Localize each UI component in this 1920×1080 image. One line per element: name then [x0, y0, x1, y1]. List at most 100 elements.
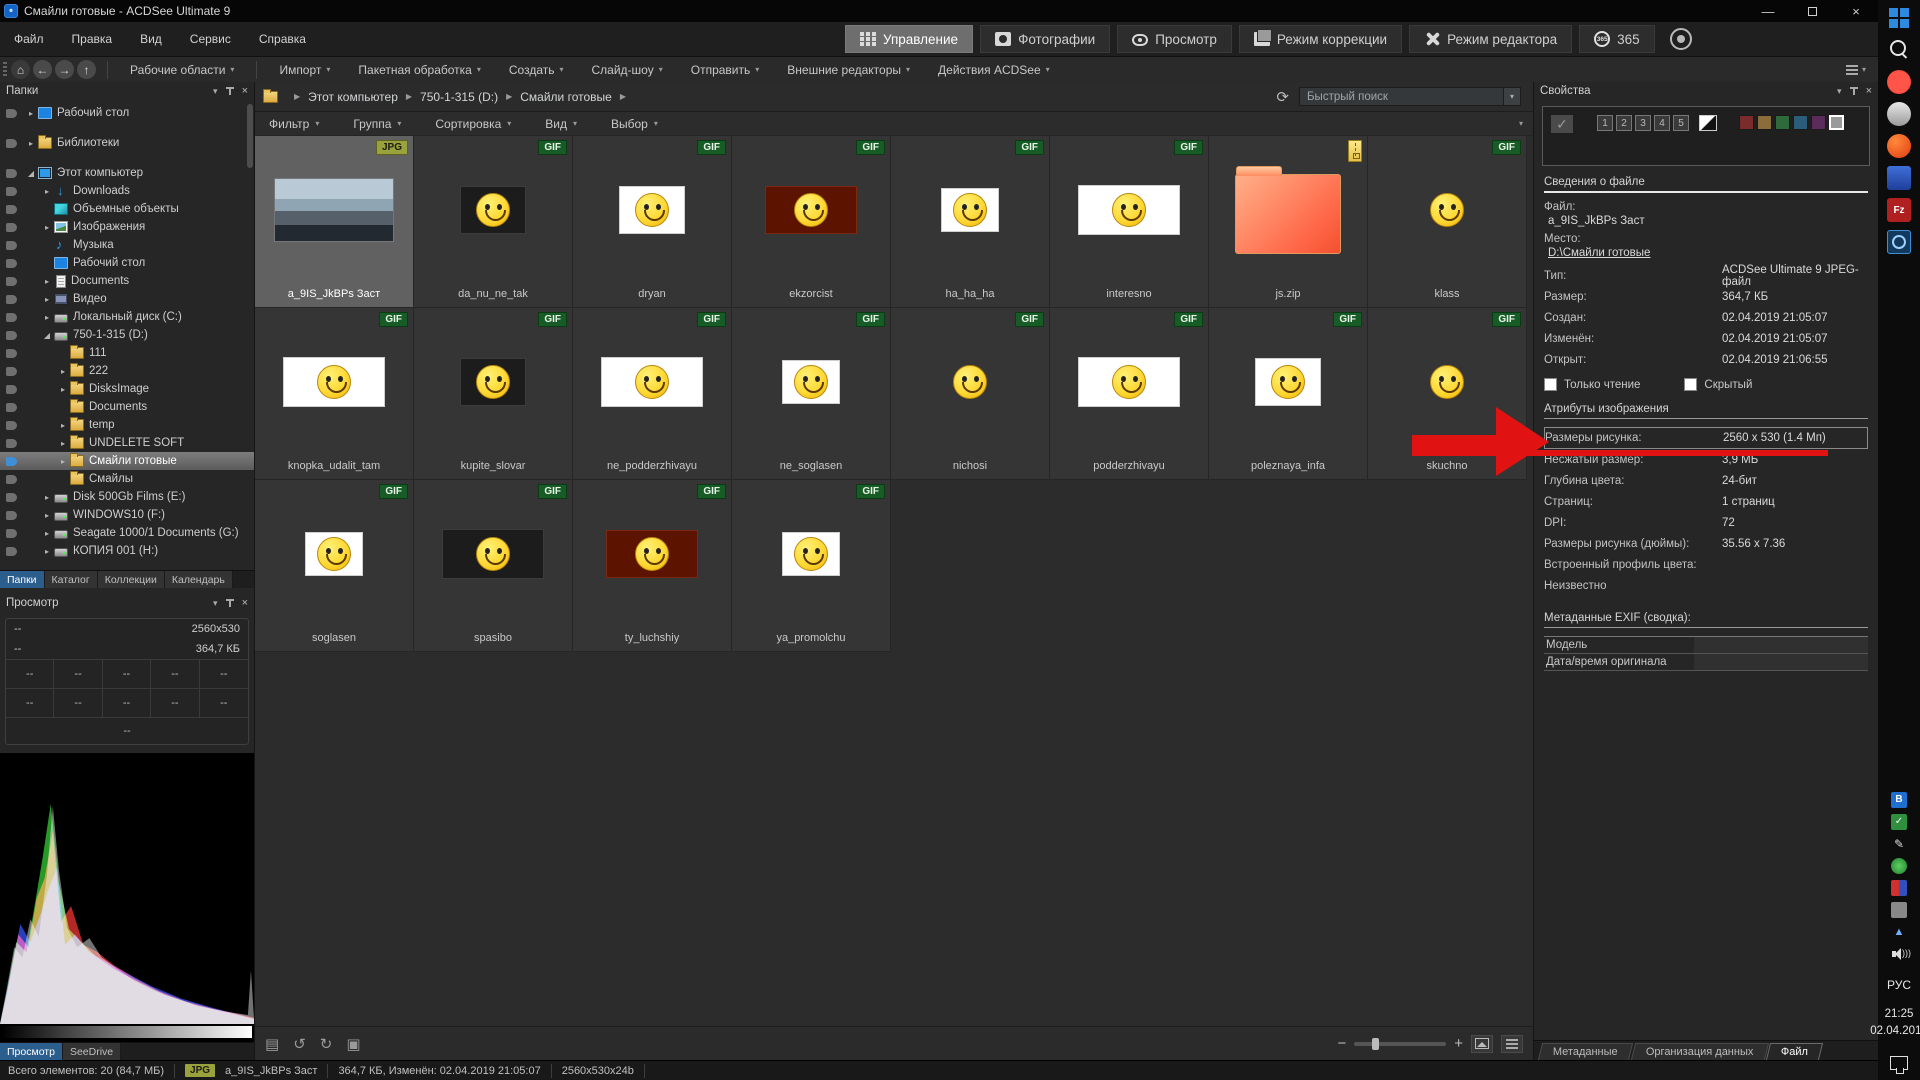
search-input[interactable]: Быстрый поиск [1299, 87, 1504, 106]
expand-arrow-icon[interactable]: ▸ [57, 421, 69, 430]
rating-1[interactable]: 1 [1597, 115, 1613, 131]
tree-item[interactable]: ▸Downloads [0, 182, 254, 200]
tree-item[interactable]: ▸Локальный диск (C:) [0, 308, 254, 326]
file-item[interactable]: GIFne_soglasen [732, 308, 891, 480]
expand-arrow-icon[interactable]: ▸ [41, 529, 53, 538]
expand-arrow-icon[interactable]: ▸ [57, 367, 69, 376]
color-label-swatch[interactable] [1739, 115, 1754, 130]
rating-4[interactable]: 4 [1654, 115, 1670, 131]
file-item[interactable]: JPGa_9IS_JkBPs Заст [255, 136, 414, 308]
quick-tag-icon[interactable] [6, 109, 17, 118]
file-item[interactable]: GIFspasibo [414, 480, 573, 652]
zoom-out-button[interactable]: − [1337, 1035, 1346, 1052]
file-item[interactable]: GIFha_ha_ha [891, 136, 1050, 308]
tree-item[interactable]: ▸Видео [0, 290, 254, 308]
taskbar-app-gray[interactable] [1887, 102, 1911, 126]
quick-tag-icon[interactable] [6, 169, 17, 178]
quick-tag-icon[interactable] [6, 187, 17, 196]
bluetooth-icon[interactable]: B [1891, 792, 1907, 808]
zoom-in-button[interactable]: + [1454, 1035, 1463, 1052]
tree-item[interactable]: ▸Documents [0, 272, 254, 290]
color-label-swatch[interactable] [1811, 115, 1826, 130]
pin-icon[interactable] [1850, 87, 1858, 96]
mode-tab-manage[interactable]: Управление [845, 25, 973, 53]
quick-tag-icon[interactable] [6, 205, 17, 214]
tree-item[interactable]: Рабочий стол [0, 254, 254, 272]
mode-tab-view[interactable]: Просмотр [1117, 25, 1232, 53]
quick-tag-icon[interactable] [6, 277, 17, 286]
filter-dropdown[interactable]: Выбор▾ [611, 117, 658, 131]
filter-dropdown[interactable]: Сортировка▾ [435, 117, 511, 131]
tree-item[interactable]: ▸DisksImage [0, 380, 254, 398]
file-location-link[interactable]: D:\Смайли готовые [1548, 247, 1868, 259]
rating-3[interactable]: 3 [1635, 115, 1651, 131]
tab-Каталог[interactable]: Каталог [45, 571, 98, 588]
volume-icon[interactable]: ))) [1891, 946, 1907, 962]
rotate-right-icon[interactable]: ↻ [320, 1035, 333, 1053]
tree-item[interactable]: ▸КОПИЯ 001 (H:) [0, 542, 254, 560]
tree-item[interactable]: Documents [0, 398, 254, 416]
language-indicator[interactable]: РУС [1887, 978, 1911, 992]
taskbar-app-red[interactable] [1887, 70, 1911, 94]
quick-tag-icon[interactable] [6, 403, 17, 412]
mode-tab-365[interactable]: 365365 [1579, 25, 1655, 53]
green-status-icon[interactable] [1891, 858, 1907, 874]
quick-tag-icon[interactable] [6, 493, 17, 502]
image-view-button[interactable] [1471, 1035, 1493, 1053]
tree-item[interactable]: ▸Seagate 1000/1 Documents (G:) [0, 524, 254, 542]
maximize-button[interactable] [1790, 0, 1834, 22]
copy-icon[interactable]: ▣ [346, 1035, 360, 1053]
mode-tab-photos[interactable]: Фотографии [980, 25, 1110, 53]
chevron-down-icon[interactable]: ▾ [1837, 86, 1842, 97]
checkbox-icon[interactable] [1684, 378, 1697, 391]
tree-item[interactable]: ▸UNDELETE SOFT [0, 434, 254, 452]
checkbox-icon[interactable] [1544, 378, 1557, 391]
keyboard-icon[interactable] [1891, 902, 1907, 918]
tab-Организация данных[interactable]: Организация данных [1631, 1043, 1769, 1060]
show-hidden-icons[interactable]: ▲ [1891, 924, 1907, 940]
taskbar-app-acdsee[interactable] [1887, 230, 1911, 254]
expand-arrow-icon[interactable]: ▸ [41, 493, 53, 502]
pin-icon[interactable] [226, 599, 234, 608]
filter-dropdown[interactable]: Фильтр▾ [269, 117, 319, 131]
breadcrumb-item[interactable]: Смайли готовые [520, 90, 612, 104]
color-label-swatch[interactable] [1775, 115, 1790, 130]
menu-item[interactable]: Сервис [188, 30, 233, 48]
tree-item[interactable]: ▸Рабочий стол [0, 104, 254, 122]
tree-item[interactable]: ◢Этот компьютер [0, 164, 254, 182]
file-item[interactable]: GIFekzorcist [732, 136, 891, 308]
menu-item[interactable]: Файл [12, 30, 46, 48]
start-button[interactable] [1887, 6, 1911, 30]
mode-tab-edit[interactable]: Режим редактора [1409, 25, 1572, 53]
file-item[interactable]: GIFdryan [573, 136, 732, 308]
rating-5[interactable]: 5 [1673, 115, 1689, 131]
expand-arrow-icon[interactable]: ▸ [41, 295, 53, 304]
expand-arrow-icon[interactable]: ▸ [57, 457, 69, 466]
file-item[interactable]: GIFinteresno [1050, 136, 1209, 308]
quick-tag-icon[interactable] [6, 475, 17, 484]
quick-tag-icon[interactable] [6, 367, 17, 376]
color-label-swatch[interactable] [1829, 115, 1844, 130]
quick-tag-icon[interactable] [6, 259, 17, 268]
file-item[interactable]: GIFnichosi [891, 308, 1050, 480]
tree-item[interactable]: ▸Смайли готовые [0, 452, 254, 470]
tab-Коллекции[interactable]: Коллекции [98, 571, 165, 588]
file-item[interactable]: GIFknopka_udalit_tam [255, 308, 414, 480]
tree-item[interactable]: ▸222 [0, 362, 254, 380]
tree-item[interactable]: Объемные объекты [0, 200, 254, 218]
toolbar-dropdown[interactable]: Отправить▾ [677, 63, 774, 77]
file-item[interactable]: GIFkupite_slovar [414, 308, 573, 480]
checkbox-Скрытый[interactable]: Скрытый [1684, 378, 1752, 391]
file-item[interactable]: GIFya_promolchu [732, 480, 891, 652]
quick-tag-icon[interactable] [6, 313, 17, 322]
forward-icon[interactable]: → [55, 60, 74, 79]
toolbar-dropdown[interactable]: Импорт▾ [265, 63, 344, 77]
tree-item[interactable]: Смайлы [0, 470, 254, 488]
workspaces-dropdown[interactable]: Рабочие области ▾ [116, 63, 248, 77]
quick-tag-icon[interactable] [6, 439, 17, 448]
quick-tag-icon[interactable] [6, 421, 17, 430]
up-icon[interactable]: ↑ [77, 60, 96, 79]
expand-arrow-icon[interactable]: ▸ [25, 109, 37, 118]
file-item[interactable]: GIFne_podderzhivayu [573, 308, 732, 480]
tree-item[interactable]: ▸WINDOWS10 (F:) [0, 506, 254, 524]
